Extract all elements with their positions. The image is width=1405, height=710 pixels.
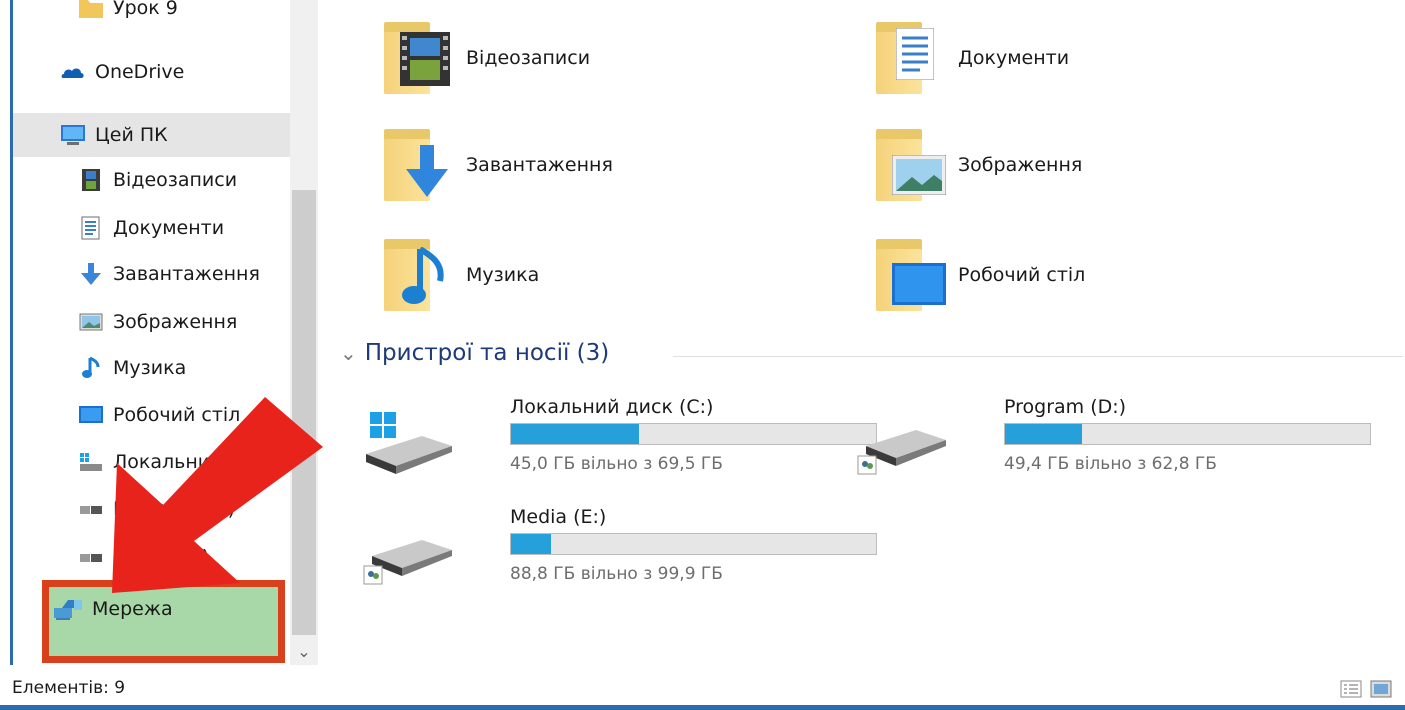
folder-label: Завантаження xyxy=(466,154,613,176)
chevron-down-icon: ⌄ xyxy=(340,341,357,365)
drive-name: Program (D:) xyxy=(1004,396,1127,418)
details-view-icon[interactable] xyxy=(1340,679,1362,699)
nav-item-label: Документи xyxy=(113,217,225,239)
status-bar: Елементів: 9 xyxy=(0,665,1405,705)
windows-drive-icon xyxy=(362,398,457,478)
nav-item-downloads[interactable]: Завантаження xyxy=(13,252,290,296)
onedrive-cloud-icon xyxy=(60,60,86,84)
music-icon xyxy=(78,356,104,380)
drive-usage-bar xyxy=(510,533,877,555)
nav-item-onedrive[interactable]: OneDrive xyxy=(13,50,290,94)
nav-item-this-pc[interactable]: Цей ПК xyxy=(13,113,290,157)
scroll-down-button[interactable]: ⌄ xyxy=(290,638,318,664)
large-icons-view-icon[interactable] xyxy=(1370,679,1392,699)
folder-label: Відеозаписи xyxy=(466,47,591,69)
nav-item-program-d[interactable]: Program (D:) xyxy=(13,487,290,531)
network-drive-icon xyxy=(78,497,104,521)
nav-scrollbar[interactable]: ⌄ xyxy=(290,0,318,665)
nav-item-label: Завантаження xyxy=(113,263,260,285)
folder-pictures[interactable]: Зображення xyxy=(868,125,1082,205)
nav-item-label: Відеозаписи xyxy=(113,169,238,191)
network-icon xyxy=(52,596,86,622)
folder-icon xyxy=(78,0,104,20)
scrollbar-thumb[interactable] xyxy=(292,190,316,635)
documents-folder-icon xyxy=(868,18,948,98)
pictures-icon xyxy=(78,310,104,334)
nav-item-urok9[interactable]: Урок 9 xyxy=(13,0,290,30)
folder-desktop[interactable]: Робочий стіл xyxy=(868,235,1085,315)
drive-usage-bar xyxy=(510,423,877,445)
drive-usage-fill xyxy=(1005,424,1082,444)
desktop-folder-icon xyxy=(868,235,948,315)
drive-name: Локальний диск (C:) xyxy=(510,396,714,418)
file-explorer-window: Урок 9 OneDrive Цей ПК Відеозаписи Докум xyxy=(0,0,1405,710)
nav-item-network[interactable]: Мережа xyxy=(52,596,173,622)
item-count: Елементів: 9 xyxy=(12,678,126,698)
nav-item-local-disk-c[interactable]: Локальний диск (C:) xyxy=(13,440,290,484)
drive-usage-bar xyxy=(1004,423,1371,445)
nav-item-label: Зображення xyxy=(113,311,238,333)
drive-usage-fill xyxy=(511,424,639,444)
folder-videos[interactable]: Відеозаписи xyxy=(376,18,590,98)
section-title: Пристрої та носії (3) xyxy=(364,340,610,366)
drive-free-space: 88,8 ГБ вільно з 99,9 ГБ xyxy=(510,564,723,584)
drive-usage-fill xyxy=(511,534,552,554)
nav-item-desktop[interactable]: Робочий стіл xyxy=(13,393,290,437)
nav-item-label: OneDrive xyxy=(95,61,185,83)
drive-free-space: 45,0 ГБ вільно з 69,5 ГБ xyxy=(510,454,723,474)
nav-item-label: Мережа xyxy=(92,598,173,620)
window-bottom-border xyxy=(0,705,1405,710)
nav-item-label: Media (E:) xyxy=(113,546,210,568)
nav-item-label: Урок 9 xyxy=(113,0,178,19)
folder-label: Робочий стіл xyxy=(958,264,1086,286)
network-drive-icon xyxy=(78,545,104,569)
local-disk-icon xyxy=(78,450,104,474)
nav-item-label: Program (D:) xyxy=(113,498,236,520)
nav-item-label: Робочий стіл xyxy=(113,404,241,426)
nav-item-media-e[interactable]: Media (E:) xyxy=(13,535,290,579)
nav-item-videos[interactable]: Відеозаписи xyxy=(13,158,290,202)
folder-music[interactable]: Музика xyxy=(376,235,539,315)
pictures-folder-icon xyxy=(868,125,948,205)
nav-item-label: Музика xyxy=(113,357,187,379)
chevron-down-icon: ⌄ xyxy=(297,641,311,661)
downloads-folder-icon xyxy=(376,125,456,205)
downloads-icon xyxy=(78,262,104,286)
documents-icon xyxy=(78,216,104,240)
content-pane: Відеозаписи Документи Завантаження Зобра… xyxy=(318,0,1405,665)
nav-item-label: Цей ПК xyxy=(95,124,168,146)
folder-downloads[interactable]: Завантаження xyxy=(376,125,613,205)
drive-free-space: 49,4 ГБ вільно з 62,8 ГБ xyxy=(1004,454,1217,474)
nav-item-documents[interactable]: Документи xyxy=(13,206,290,250)
section-divider xyxy=(673,356,1403,357)
folder-label: Зображення xyxy=(958,154,1083,176)
folder-documents[interactable]: Документи xyxy=(868,18,1069,98)
shared-drive-icon xyxy=(362,508,457,588)
drive-name: Media (E:) xyxy=(510,506,607,528)
nav-item-music[interactable]: Музика xyxy=(13,346,290,390)
devices-section-header[interactable]: ⌄ Пристрої та носії (3) xyxy=(340,340,609,366)
nav-item-label: Локальний диск (C:) xyxy=(113,451,290,473)
videos-icon xyxy=(78,168,104,192)
shared-drive-icon xyxy=(856,398,951,478)
desktop-icon xyxy=(78,403,104,427)
navigation-pane: Урок 9 OneDrive Цей ПК Відеозаписи Докум xyxy=(13,0,290,665)
folder-label: Музика xyxy=(466,264,540,286)
folder-label: Документи xyxy=(958,47,1070,69)
this-pc-icon xyxy=(60,123,86,147)
nav-item-pictures[interactable]: Зображення xyxy=(13,300,290,344)
videos-folder-icon xyxy=(376,18,456,98)
music-folder-icon xyxy=(376,235,456,315)
